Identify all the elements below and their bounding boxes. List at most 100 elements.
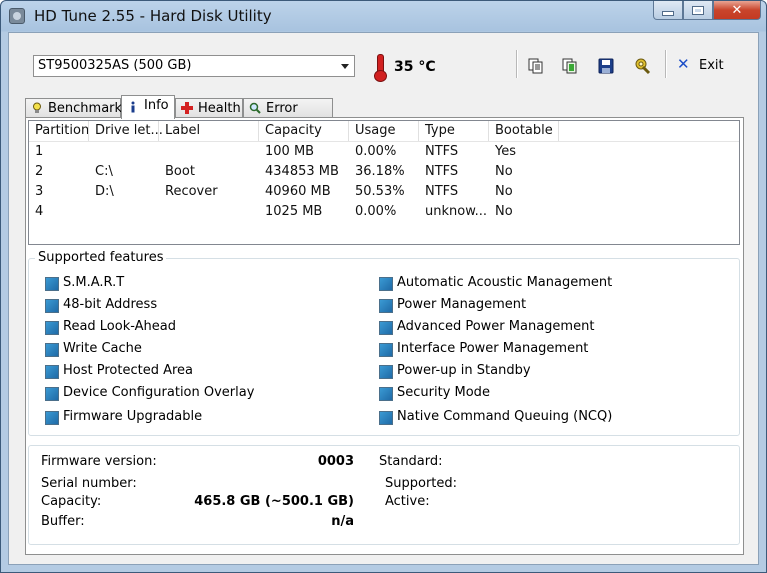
toolbar-separator bbox=[516, 50, 518, 78]
serial-label: Serial number: bbox=[41, 476, 137, 491]
chevron-down-icon bbox=[341, 64, 349, 69]
options-icon[interactable] bbox=[633, 57, 651, 75]
copy-screenshot-icon[interactable] bbox=[561, 57, 579, 75]
cell-capacity: 40960 MB bbox=[265, 184, 331, 199]
supported-features-group: Supported features S.M.A.R.T 48-bit Addr… bbox=[28, 250, 740, 436]
buffer-label: Buffer: bbox=[41, 514, 85, 529]
copy-text-icon[interactable] bbox=[527, 57, 545, 75]
cell-partition: 1 bbox=[35, 144, 44, 159]
tab-label: Benchmark bbox=[48, 101, 123, 116]
cell-bootable: No bbox=[495, 164, 513, 179]
exit-x-icon: ✕ bbox=[677, 55, 690, 73]
maximize-button[interactable] bbox=[683, 1, 713, 20]
feature-label: Automatic Acoustic Management bbox=[397, 275, 613, 290]
lightbulb-icon bbox=[33, 102, 41, 113]
cell-type: NTFS bbox=[425, 184, 459, 199]
feature-check-icon bbox=[379, 343, 393, 357]
table-row[interactable]: 1 100 MB 0.00% NTFS Yes bbox=[29, 143, 739, 163]
feature-check-icon bbox=[45, 343, 59, 357]
standard-label: Standard: bbox=[379, 454, 443, 469]
column-header[interactable]: Drive let... bbox=[95, 123, 163, 138]
tab-label: Info bbox=[144, 98, 169, 113]
thermometer-icon bbox=[373, 54, 387, 82]
info-icon bbox=[131, 101, 135, 113]
column-header[interactable]: Label bbox=[165, 123, 200, 138]
cell-capacity: 100 MB bbox=[265, 144, 315, 159]
table-row[interactable]: 2 C:\ Boot 434853 MB 36.18% NTFS No bbox=[29, 163, 739, 183]
cell-partition: 4 bbox=[35, 204, 44, 219]
feature-check-icon bbox=[45, 321, 59, 335]
magnifier-icon bbox=[249, 102, 261, 114]
app-icon[interactable] bbox=[9, 8, 25, 24]
feature-label: Advanced Power Management bbox=[397, 319, 595, 334]
info-panel: Partition Drive let... Label Capacity Us… bbox=[25, 117, 744, 555]
supported-label: Supported: bbox=[385, 476, 458, 491]
cell-bootable: Yes bbox=[495, 144, 516, 159]
drive-dropdown-value: ST9500325AS (500 GB) bbox=[38, 58, 192, 73]
cell-label: Recover bbox=[165, 184, 218, 199]
column-header[interactable]: Partition bbox=[35, 123, 89, 138]
maximize-icon bbox=[692, 5, 704, 15]
feature-label: Native Command Queuing (NCQ) bbox=[397, 409, 613, 424]
caption-buttons: ✕ bbox=[653, 1, 761, 21]
firmware-value: 0003 bbox=[317, 454, 354, 469]
column-header[interactable]: Usage bbox=[355, 123, 396, 138]
title-bar[interactable]: HD Tune 2.55 - Hard Disk Utility ✕ bbox=[1, 1, 766, 32]
feature-label: Interface Power Management bbox=[397, 341, 589, 356]
window-title: HD Tune 2.55 - Hard Disk Utility bbox=[34, 7, 272, 25]
minimize-icon bbox=[662, 10, 674, 16]
feature-check-icon bbox=[379, 365, 393, 379]
save-icon[interactable] bbox=[597, 57, 615, 75]
feature-check-icon bbox=[379, 299, 393, 313]
partition-table-header: Partition Drive let... Label Capacity Us… bbox=[29, 121, 739, 142]
cell-partition: 3 bbox=[35, 184, 44, 199]
capacity-label: Capacity: bbox=[41, 494, 102, 509]
toolbar-separator bbox=[665, 50, 667, 78]
feature-check-icon bbox=[45, 411, 59, 425]
feature-check-icon bbox=[379, 387, 393, 401]
table-row[interactable]: 4 1025 MB 0.00% unknow... No bbox=[29, 203, 739, 223]
supported-features-title: Supported features bbox=[35, 250, 167, 265]
feature-check-icon bbox=[379, 411, 393, 425]
client-area: ST9500325AS (500 GB) 35 °C ✕ Exit Benchm… bbox=[8, 32, 759, 565]
minimize-button[interactable] bbox=[653, 1, 683, 20]
cell-usage: 0.00% bbox=[355, 204, 397, 219]
tab-health[interactable]: Health bbox=[175, 98, 243, 118]
drive-dropdown[interactable]: ST9500325AS (500 GB) bbox=[33, 55, 355, 77]
close-button[interactable]: ✕ bbox=[713, 1, 761, 20]
buffer-value: n/a bbox=[331, 514, 354, 529]
feature-label: Power Management bbox=[397, 297, 527, 312]
tab-benchmark[interactable]: Benchmark bbox=[25, 98, 123, 118]
exit-label: Exit bbox=[699, 58, 724, 73]
cell-usage: 0.00% bbox=[355, 144, 397, 159]
feature-label: Firmware Upgradable bbox=[63, 409, 203, 424]
cell-capacity: 434853 MB bbox=[265, 164, 339, 179]
cell-capacity: 1025 MB bbox=[265, 204, 323, 219]
feature-check-icon bbox=[45, 365, 59, 379]
feature-label: Read Look-Ahead bbox=[63, 319, 177, 334]
column-header[interactable]: Capacity bbox=[265, 123, 322, 138]
cell-usage: 36.18% bbox=[355, 164, 405, 179]
cell-usage: 50.53% bbox=[355, 184, 405, 199]
cell-drive-letter: D:\ bbox=[95, 184, 114, 199]
cell-type: unknow... bbox=[425, 204, 488, 219]
close-icon: ✕ bbox=[731, 2, 743, 18]
column-header[interactable]: Bootable bbox=[495, 123, 553, 138]
cell-label: Boot bbox=[165, 164, 195, 179]
cell-bootable: No bbox=[495, 204, 513, 219]
cell-type: NTFS bbox=[425, 164, 459, 179]
table-row[interactable]: 3 D:\ Recover 40960 MB 50.53% NTFS No bbox=[29, 183, 739, 203]
feature-label: S.M.A.R.T bbox=[63, 275, 125, 290]
partition-table[interactable]: Partition Drive let... Label Capacity Us… bbox=[28, 120, 740, 245]
column-header[interactable]: Type bbox=[425, 123, 455, 138]
temperature-value: 35 °C bbox=[394, 59, 436, 75]
cell-bootable: No bbox=[495, 184, 513, 199]
cell-partition: 2 bbox=[35, 164, 44, 179]
active-label: Active: bbox=[385, 494, 430, 509]
tab-error-scan[interactable]: Error Scan bbox=[243, 98, 333, 135]
feature-label: 48-bit Address bbox=[63, 297, 158, 312]
capacity-value: 465.8 GB (~500.1 GB) bbox=[194, 494, 354, 509]
feature-label: Write Cache bbox=[63, 341, 142, 356]
tab-info[interactable]: Info bbox=[121, 95, 175, 119]
feature-label: Host Protected Area bbox=[63, 363, 193, 378]
